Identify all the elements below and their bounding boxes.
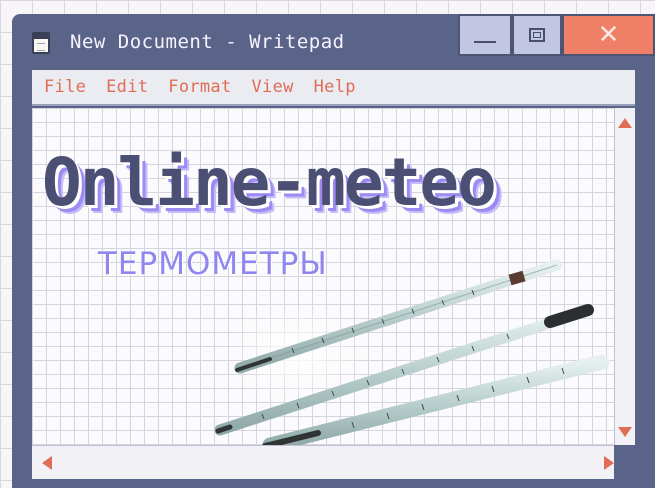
menu-file[interactable]: File: [44, 77, 86, 97]
menu-bar: File Edit Format View Help: [32, 70, 635, 106]
horizontal-scrollbar[interactable]: [32, 445, 614, 479]
vertical-scrollbar[interactable]: [614, 108, 635, 445]
scroll-left-icon[interactable]: [42, 456, 52, 470]
maximize-button[interactable]: [512, 14, 562, 56]
minimize-button[interactable]: [458, 14, 512, 56]
scroll-up-icon[interactable]: [618, 118, 632, 128]
minimize-icon: [474, 41, 496, 43]
scroll-down-icon[interactable]: [618, 427, 632, 437]
document-canvas[interactable]: Online-meteo ТЕРМОМЕТРЫ: [32, 108, 614, 445]
writepad-window: New Document - Writepad ✕ File Edit Form…: [12, 14, 655, 488]
document-subheading: ТЕРМОМЕТРЫ: [98, 246, 328, 282]
menu-edit[interactable]: Edit: [106, 77, 148, 97]
close-button[interactable]: ✕: [562, 14, 655, 56]
menu-format[interactable]: Format: [168, 77, 231, 97]
document-icon: [32, 32, 50, 54]
window-title: New Document - Writepad: [70, 31, 345, 53]
menu-help[interactable]: Help: [314, 77, 356, 97]
scroll-right-icon[interactable]: [604, 456, 614, 470]
scrollbar-corner: [614, 445, 635, 479]
document-heading: Online-meteo: [42, 144, 497, 221]
maximize-icon: [529, 28, 545, 42]
title-bar[interactable]: New Document - Writepad ✕: [12, 14, 655, 70]
menu-view[interactable]: View: [252, 77, 294, 97]
close-icon: ✕: [597, 20, 620, 50]
